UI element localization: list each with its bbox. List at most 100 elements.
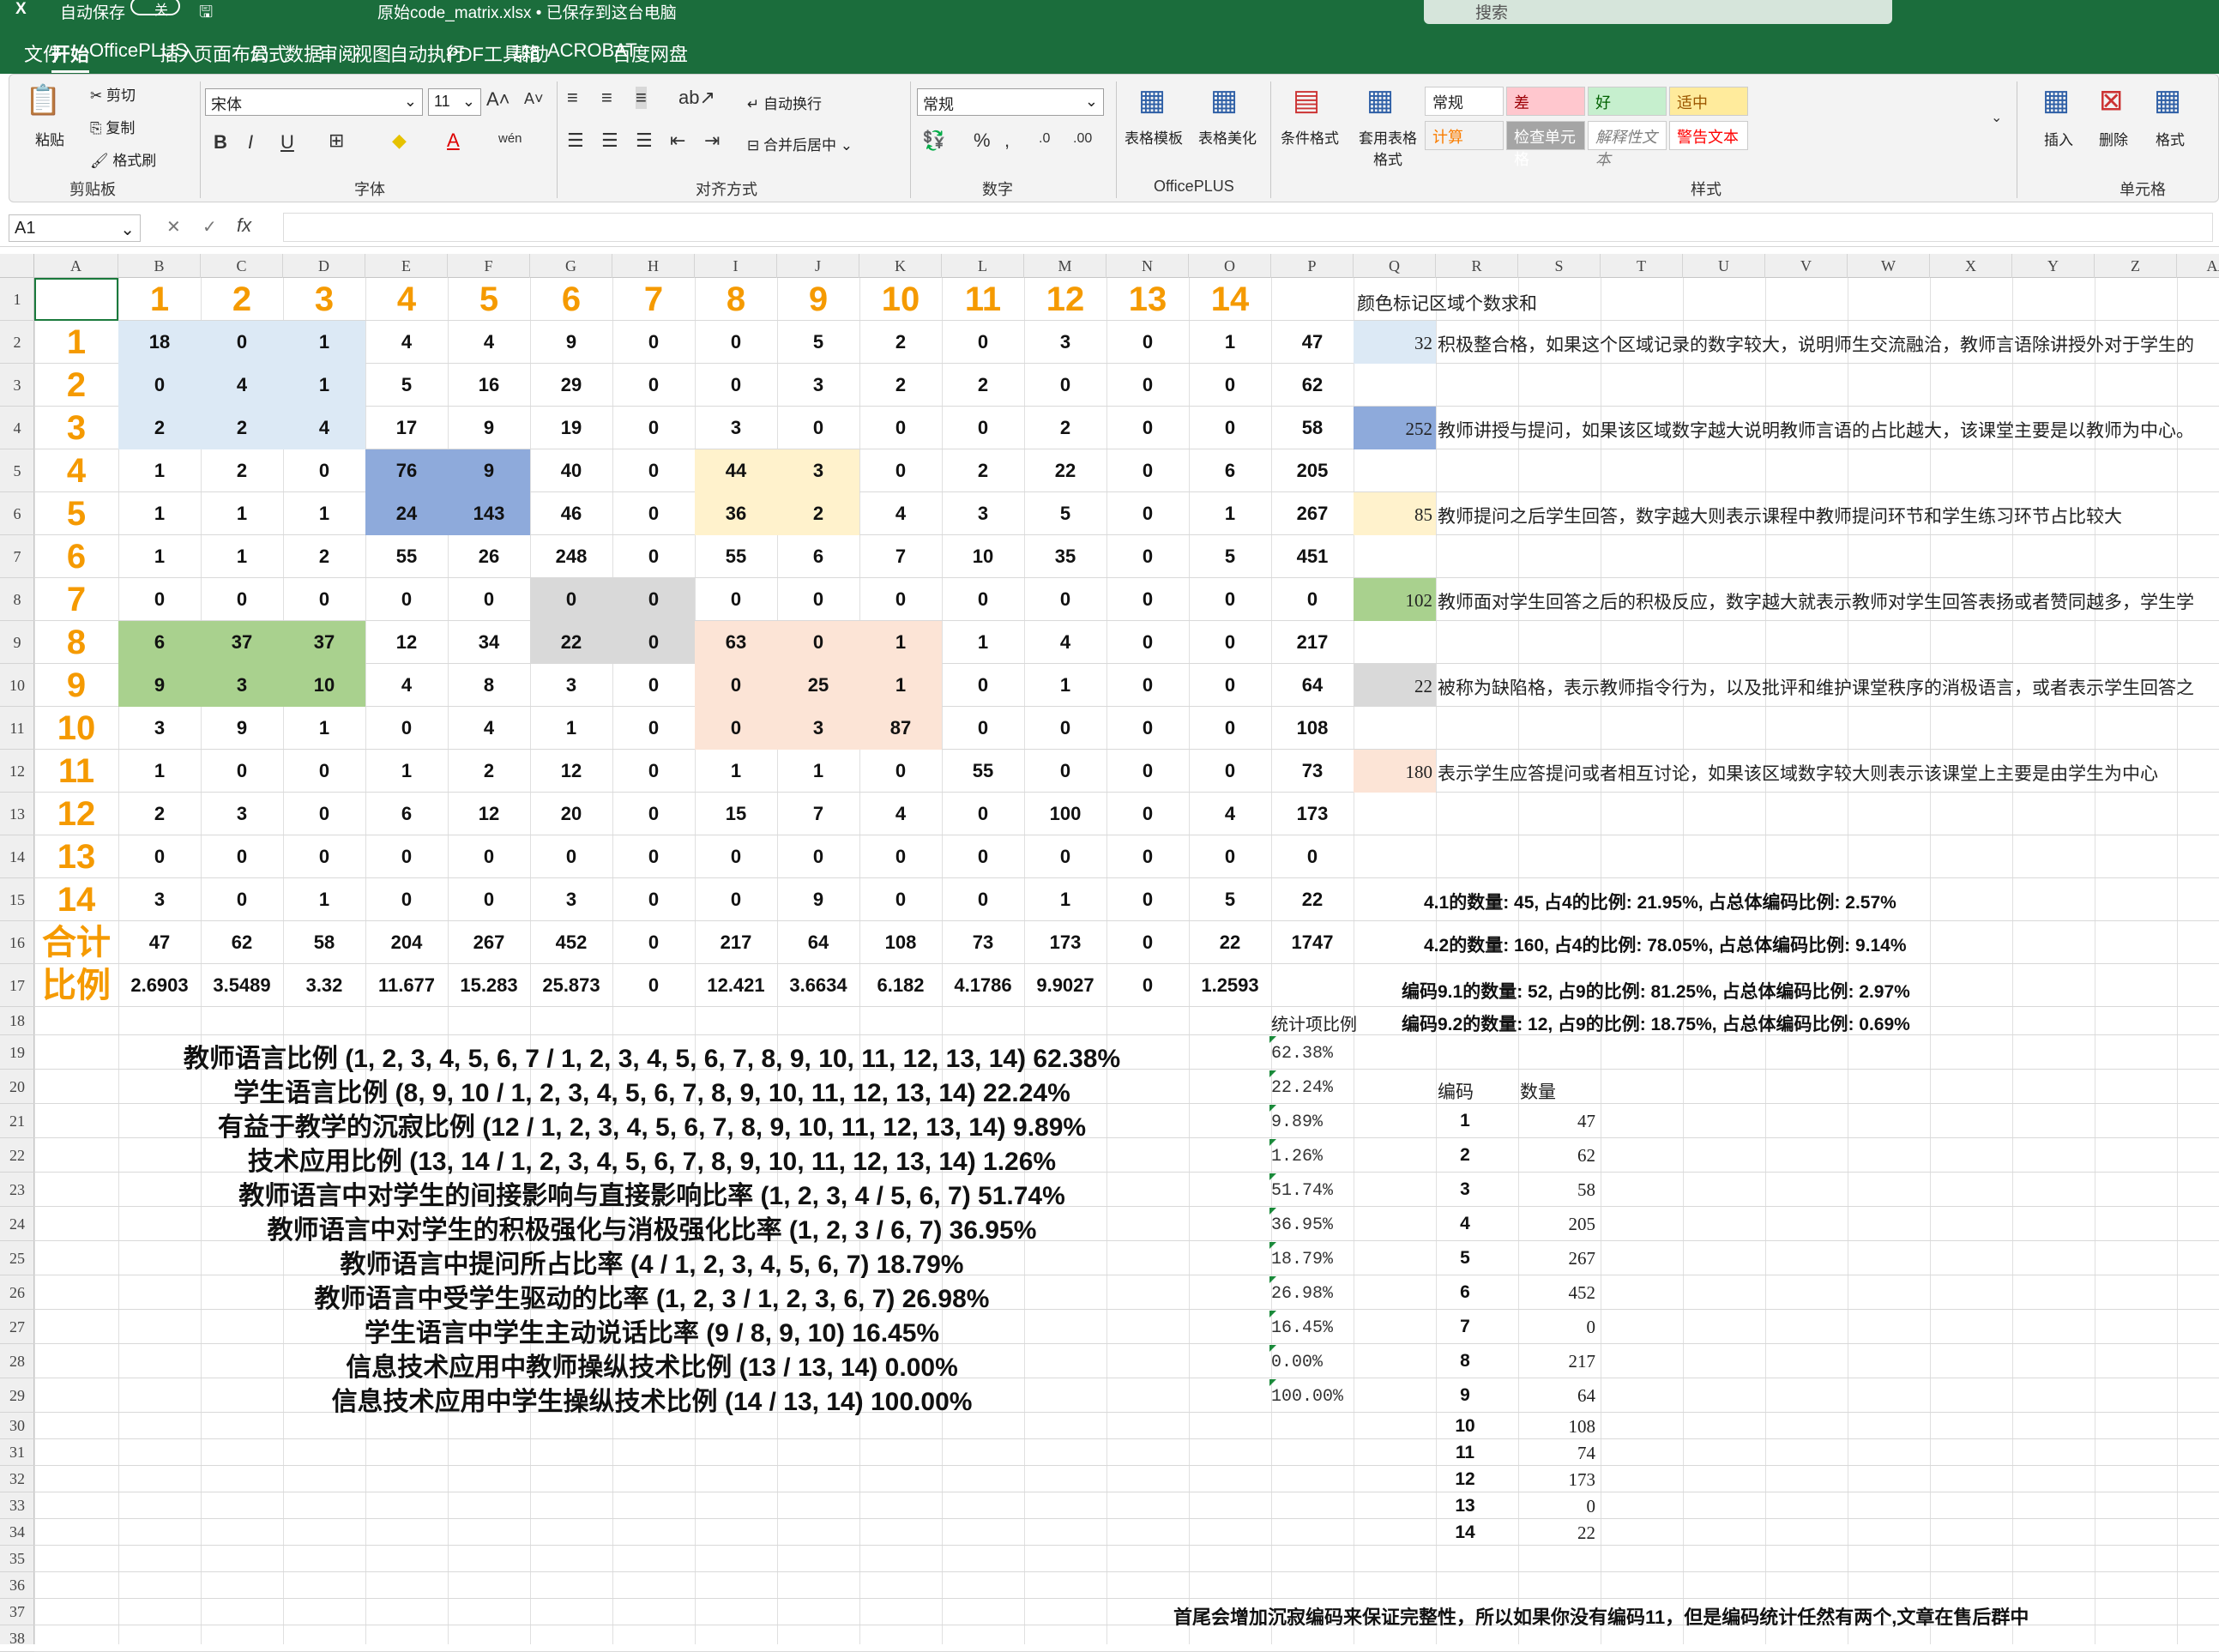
matrix-cell[interactable]: 1 [283,492,365,535]
stat-percent[interactable]: 100.00% [1271,1387,1343,1407]
selected-cell-a1[interactable] [34,278,118,321]
matrix-cell[interactable]: 1 [695,750,777,793]
matrix-cell[interactable]: 46 [530,492,612,535]
col-header-F[interactable]: F [448,254,530,278]
tab-13[interactable]: 百度网盘 [612,39,688,67]
matrix-cell[interactable]: 0 [365,578,448,621]
matrix-cell[interactable]: 3 [201,793,283,835]
copy-button[interactable]: ⎘ 复制 [90,116,135,137]
matrix-cell[interactable]: 1 [201,492,283,535]
matrix-cell[interactable]: 0 [1189,364,1271,407]
row-header-12[interactable]: 12 [0,750,34,793]
tab-7[interactable]: 审阅 [319,39,357,67]
format-cells-icon[interactable]: ▦ [2154,83,2181,118]
matrix-cell[interactable]: 0 [118,578,201,621]
matrix-cell[interactable]: 0 [530,835,612,878]
col-header-G[interactable]: G [530,254,612,278]
format-painter-button[interactable]: 🖌 格式刷 [90,148,156,170]
matrix-cell[interactable]: 0 [283,793,365,835]
delete-cells-icon[interactable]: ⊠ [2099,83,2124,118]
count-value[interactable]: 108 [1510,1416,1596,1438]
file-title[interactable]: 原始code_matrix.xlsx • 已保存到这台电脑 [377,0,677,23]
col-header-K[interactable]: K [859,254,942,278]
col-header-P[interactable]: P [1271,254,1354,278]
grow-font-icon[interactable]: A˄ [486,88,510,111]
row-header-18[interactable]: 18 [0,1007,34,1035]
matrix-cell[interactable]: 0 [612,578,695,621]
matrix-cell[interactable]: 0 [1189,621,1271,664]
matrix-cell[interactable]: 37 [201,621,283,664]
matrix-cell[interactable]: 0 [612,878,695,921]
matrix-cell[interactable]: 0 [283,449,365,492]
matrix-cell[interactable]: 1 [777,750,859,793]
row-header-1[interactable]: 1 [0,278,34,321]
matrix-cell[interactable]: 2 [448,750,530,793]
conditional-format-icon[interactable]: ▤ [1293,83,1320,118]
matrix-cell[interactable]: 0 [612,321,695,364]
matrix-cell[interactable]: 0 [365,707,448,750]
row-header-21[interactable]: 21 [0,1104,34,1138]
matrix-cell[interactable]: 0 [1106,535,1189,578]
tab-5[interactable]: 公式 [250,39,287,67]
ratio-cell[interactable]: 1.2593 [1189,964,1271,1007]
ratio-cell[interactable]: 0 [612,964,695,1007]
row-header-24[interactable]: 24 [0,1207,34,1241]
row-header-37[interactable]: 37 [0,1599,34,1625]
total-cell[interactable]: 108 [859,921,942,964]
matrix-cell[interactable]: 1 [118,750,201,793]
row-header-17[interactable]: 17 [0,964,34,1007]
percent-icon[interactable]: % [974,130,991,152]
matrix-cell[interactable]: 9 [448,407,530,449]
matrix-cell[interactable]: 267 [1271,492,1354,535]
matrix-cell[interactable]: 3 [530,878,612,921]
matrix-cell[interactable]: 217 [1271,621,1354,664]
matrix-cell[interactable]: 0 [777,835,859,878]
total-cell[interactable]: 173 [1024,921,1106,964]
matrix-cell[interactable]: 4 [448,321,530,364]
col-header-N[interactable]: N [1106,254,1189,278]
col-header-T[interactable]: T [1601,254,1683,278]
matrix-cell[interactable]: 1 [1024,878,1106,921]
matrix-cell[interactable]: 26 [448,535,530,578]
row-header-31[interactable]: 31 [0,1439,34,1466]
col-header-Y[interactable]: Y [2012,254,2095,278]
matrix-cell[interactable]: 2 [942,449,1024,492]
count-value[interactable]: 0 [1510,1496,1596,1517]
matrix-cell[interactable]: 0 [942,793,1024,835]
matrix-cell[interactable]: 0 [695,578,777,621]
matrix-cell[interactable]: 55 [695,535,777,578]
matrix-cell[interactable]: 0 [283,750,365,793]
matrix-cell[interactable]: 55 [365,535,448,578]
matrix-cell[interactable]: 0 [1024,707,1106,750]
col-header-D[interactable]: D [283,254,365,278]
ratio-cell[interactable]: 25.873 [530,964,612,1007]
fill-color-icon[interactable]: ◆ [392,130,407,152]
insert-function-icon[interactable]: fx [237,214,251,237]
matrix-cell[interactable]: 17 [365,407,448,449]
matrix-cell[interactable]: 2 [859,321,942,364]
matrix-cell[interactable]: 0 [612,707,695,750]
count-value[interactable]: 0 [1510,1317,1596,1338]
matrix-cell[interactable]: 76 [365,449,448,492]
matrix-cell[interactable]: 1 [283,878,365,921]
matrix-cell[interactable]: 0 [1106,492,1189,535]
total-cell[interactable]: 0 [612,921,695,964]
col-header-I[interactable]: I [695,254,777,278]
matrix-cell[interactable]: 73 [1271,750,1354,793]
matrix-cell[interactable]: 0 [859,578,942,621]
count-value[interactable]: 217 [1510,1351,1596,1372]
col-header-W[interactable]: W [1848,254,1930,278]
col-header-A[interactable]: A [34,254,118,278]
matrix-cell[interactable]: 2 [201,449,283,492]
matrix-cell[interactable]: 0 [1106,793,1189,835]
matrix-cell[interactable]: 4 [859,492,942,535]
row-header-36[interactable]: 36 [0,1572,34,1599]
matrix-cell[interactable]: 1 [283,707,365,750]
ratio-cell[interactable]: 0 [1106,964,1189,1007]
matrix-cell[interactable]: 1 [283,321,365,364]
matrix-cell[interactable]: 0 [859,750,942,793]
matrix-cell[interactable]: 9 [118,664,201,707]
matrix-cell[interactable]: 0 [695,321,777,364]
matrix-cell[interactable]: 1 [859,621,942,664]
matrix-cell[interactable]: 108 [1271,707,1354,750]
